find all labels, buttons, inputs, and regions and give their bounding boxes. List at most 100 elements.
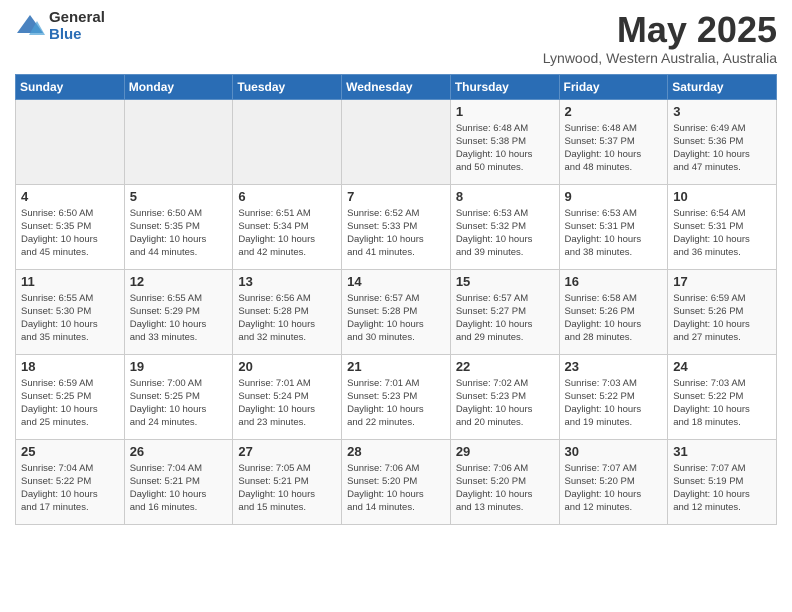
calendar-cell: 16 Sunrise: 6:58 AM Sunset: 5:26 PM Dayli… [559, 269, 668, 354]
day-info: Sunrise: 6:54 AM Sunset: 5:31 PM Dayligh… [673, 207, 771, 260]
calendar-cell: 11 Sunrise: 6:55 AM Sunset: 5:30 PM Dayli… [16, 269, 125, 354]
calendar-cell [342, 99, 451, 184]
day-number: 27 [238, 444, 336, 459]
day-number: 24 [673, 359, 771, 374]
day-info: Sunrise: 6:59 AM Sunset: 5:26 PM Dayligh… [673, 292, 771, 345]
day-info: Sunrise: 6:48 AM Sunset: 5:37 PM Dayligh… [565, 122, 663, 175]
calendar-cell: 26Sunrise: 7:04 AM Sunset: 5:21 PM Dayli… [124, 439, 233, 524]
calendar-cell: 9Sunrise: 6:53 AM Sunset: 5:31 PM Daylig… [559, 184, 668, 269]
calendar-cell: 2 Sunrise: 6:48 AM Sunset: 5:37 PM Daylig… [559, 99, 668, 184]
day-number: 15 [456, 274, 554, 289]
col-thursday: Thursday [450, 74, 559, 99]
day-number: 20 [238, 359, 336, 374]
day-info: Sunrise: 7:04 AM Sunset: 5:21 PM Dayligh… [130, 462, 228, 515]
day-number: 25 [21, 444, 119, 459]
day-number: 21 [347, 359, 445, 374]
calendar-cell: 27Sunrise: 7:05 AM Sunset: 5:21 PM Dayli… [233, 439, 342, 524]
day-info: Sunrise: 7:06 AM Sunset: 5:20 PM Dayligh… [456, 462, 554, 515]
day-number: 23 [565, 359, 663, 374]
day-info: Sunrise: 7:07 AM Sunset: 5:20 PM Dayligh… [565, 462, 663, 515]
day-number: 6 [238, 189, 336, 204]
calendar-header: Sunday Monday Tuesday Wednesday Thursday… [16, 74, 777, 99]
logo-blue-text: Blue [49, 27, 105, 44]
day-number: 22 [456, 359, 554, 374]
calendar-week-4: 18 Sunrise: 6:59 AM Sunset: 5:25 PM Dayli… [16, 354, 777, 439]
calendar-cell: 8Sunrise: 6:53 AM Sunset: 5:32 PM Daylig… [450, 184, 559, 269]
calendar-cell: 10 Sunrise: 6:54 AM Sunset: 5:31 PM Dayli… [668, 184, 777, 269]
calendar-cell [124, 99, 233, 184]
day-number: 31 [673, 444, 771, 459]
calendar-cell: 14 Sunrise: 6:57 AM Sunset: 5:28 PM Dayli… [342, 269, 451, 354]
day-number: 7 [347, 189, 445, 204]
day-number: 10 [673, 189, 771, 204]
day-info: Sunrise: 6:52 AM Sunset: 5:33 PM Dayligh… [347, 207, 445, 260]
calendar-cell: 19Sunrise: 7:00 AM Sunset: 5:25 PM Dayli… [124, 354, 233, 439]
day-number: 4 [21, 189, 119, 204]
logo: General Blue [15, 10, 105, 43]
page-header: General Blue May 2025 Lynwood, Western A… [15, 10, 777, 66]
calendar-cell: 31 Sunrise: 7:07 AM Sunset: 5:19 PM Dayli… [668, 439, 777, 524]
logo-icon [15, 13, 45, 41]
title-block: May 2025 Lynwood, Western Australia, Aus… [543, 10, 777, 66]
day-info: Sunrise: 6:51 AM Sunset: 5:34 PM Dayligh… [238, 207, 336, 260]
col-wednesday: Wednesday [342, 74, 451, 99]
day-info: Sunrise: 7:02 AM Sunset: 5:23 PM Dayligh… [456, 377, 554, 430]
page-container: General Blue May 2025 Lynwood, Western A… [0, 0, 792, 535]
day-info: Sunrise: 7:04 AM Sunset: 5:22 PM Dayligh… [21, 462, 119, 515]
calendar-cell: 25 Sunrise: 7:04 AM Sunset: 5:22 PM Dayli… [16, 439, 125, 524]
day-info: Sunrise: 6:59 AM Sunset: 5:25 PM Dayligh… [21, 377, 119, 430]
calendar-cell: 30 Sunrise: 7:07 AM Sunset: 5:20 PM Dayli… [559, 439, 668, 524]
calendar-cell: 22 Sunrise: 7:02 AM Sunset: 5:23 PM Dayli… [450, 354, 559, 439]
month-title: May 2025 [543, 10, 777, 50]
day-info: Sunrise: 7:01 AM Sunset: 5:24 PM Dayligh… [238, 377, 336, 430]
day-info: Sunrise: 6:55 AM Sunset: 5:30 PM Dayligh… [21, 292, 119, 345]
logo-text: General Blue [49, 10, 105, 43]
calendar-cell: 6 Sunrise: 6:51 AM Sunset: 5:34 PM Daylig… [233, 184, 342, 269]
col-friday: Friday [559, 74, 668, 99]
calendar-cell: 20 Sunrise: 7:01 AM Sunset: 5:24 PM Dayli… [233, 354, 342, 439]
day-info: Sunrise: 6:50 AM Sunset: 5:35 PM Dayligh… [130, 207, 228, 260]
day-number: 29 [456, 444, 554, 459]
day-number: 30 [565, 444, 663, 459]
day-info: Sunrise: 7:07 AM Sunset: 5:19 PM Dayligh… [673, 462, 771, 515]
logo-general-text: General [49, 10, 105, 27]
day-info: Sunrise: 6:56 AM Sunset: 5:28 PM Dayligh… [238, 292, 336, 345]
calendar-week-1: 1 Sunrise: 6:48 AM Sunset: 5:38 PM Daylig… [16, 99, 777, 184]
calendar-cell: 28 Sunrise: 7:06 AM Sunset: 5:20 PM Dayli… [342, 439, 451, 524]
day-number: 1 [456, 104, 554, 119]
day-number: 13 [238, 274, 336, 289]
calendar-cell: 12 Sunrise: 6:55 AM Sunset: 5:29 PM Dayli… [124, 269, 233, 354]
day-info: Sunrise: 6:53 AM Sunset: 5:31 PM Dayligh… [565, 207, 663, 260]
day-info: Sunrise: 6:49 AM Sunset: 5:36 PM Dayligh… [673, 122, 771, 175]
day-number: 11 [21, 274, 119, 289]
day-number: 18 [21, 359, 119, 374]
calendar-table: Sunday Monday Tuesday Wednesday Thursday… [15, 74, 777, 525]
day-info: Sunrise: 6:57 AM Sunset: 5:28 PM Dayligh… [347, 292, 445, 345]
day-number: 12 [130, 274, 228, 289]
day-number: 2 [565, 104, 663, 119]
day-number: 14 [347, 274, 445, 289]
calendar-week-2: 4 Sunrise: 6:50 AM Sunset: 5:35 PM Daylig… [16, 184, 777, 269]
day-info: Sunrise: 6:58 AM Sunset: 5:26 PM Dayligh… [565, 292, 663, 345]
col-sunday: Sunday [16, 74, 125, 99]
calendar-cell [16, 99, 125, 184]
day-info: Sunrise: 7:03 AM Sunset: 5:22 PM Dayligh… [673, 377, 771, 430]
day-info: Sunrise: 6:50 AM Sunset: 5:35 PM Dayligh… [21, 207, 119, 260]
day-number: 16 [565, 274, 663, 289]
day-number: 28 [347, 444, 445, 459]
day-info: Sunrise: 7:00 AM Sunset: 5:25 PM Dayligh… [130, 377, 228, 430]
day-number: 3 [673, 104, 771, 119]
calendar-cell: 1 Sunrise: 6:48 AM Sunset: 5:38 PM Daylig… [450, 99, 559, 184]
col-monday: Monday [124, 74, 233, 99]
col-tuesday: Tuesday [233, 74, 342, 99]
calendar-cell: 29 Sunrise: 7:06 AM Sunset: 5:20 PM Dayli… [450, 439, 559, 524]
calendar-cell: 17Sunrise: 6:59 AM Sunset: 5:26 PM Dayli… [668, 269, 777, 354]
day-info: Sunrise: 6:55 AM Sunset: 5:29 PM Dayligh… [130, 292, 228, 345]
day-info: Sunrise: 7:06 AM Sunset: 5:20 PM Dayligh… [347, 462, 445, 515]
day-number: 8 [456, 189, 554, 204]
day-number: 5 [130, 189, 228, 204]
calendar-cell: 5 Sunrise: 6:50 AM Sunset: 5:35 PM Daylig… [124, 184, 233, 269]
calendar-cell: 3 Sunrise: 6:49 AM Sunset: 5:36 PM Daylig… [668, 99, 777, 184]
calendar-body: 1 Sunrise: 6:48 AM Sunset: 5:38 PM Daylig… [16, 99, 777, 524]
day-info: Sunrise: 6:48 AM Sunset: 5:38 PM Dayligh… [456, 122, 554, 175]
